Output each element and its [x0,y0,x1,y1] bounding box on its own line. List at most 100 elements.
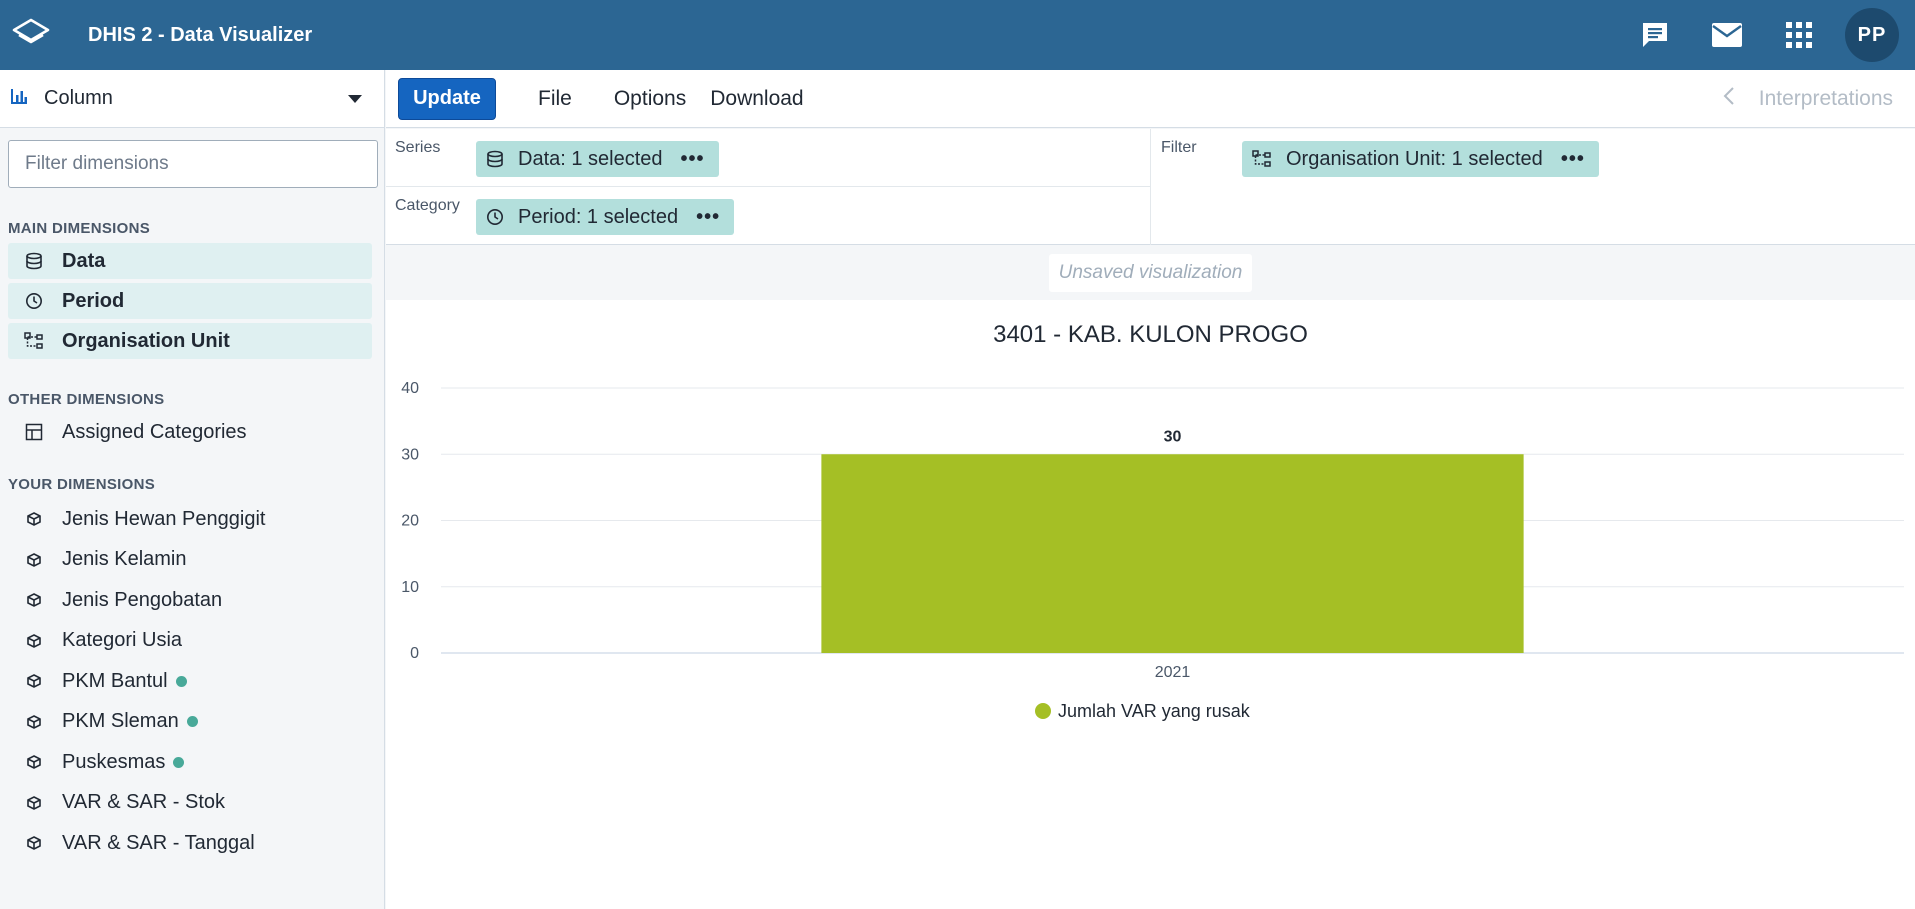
cube-icon [22,512,46,527]
cube-icon [22,836,46,851]
y-tick-label: 10 [401,579,419,596]
column-chart: 3401 - KAB. KULON PROGO 0 10 20 30 40 30 2021 Ju… [401,321,1904,721]
table-grid-icon [22,423,46,441]
dimension-assigned-categories[interactable]: Assigned Categories [8,414,372,450]
cube-icon [22,714,46,729]
filter-label: Filter [1161,139,1197,156]
visualization-title-bar: Unsaved visualization [386,246,1915,300]
status-dot [175,675,187,687]
data-label: 30 [1164,428,1182,445]
your-dimensions-title: YOUR DIMENSIONS [8,476,156,493]
y-tick-label: 40 [401,380,419,397]
y-tick-label: 20 [401,513,419,530]
dimension-label: VAR & SAR - Tanggal [62,831,255,854]
dimension-item[interactable]: Puskesmas [8,742,372,783]
legend-label: Jumlah VAR yang rusak [1058,701,1251,721]
visualization-type-selector[interactable]: Column [0,70,384,128]
dimension-label: Puskesmas [62,750,166,773]
chip-label: Period: 1 selected [518,205,679,228]
interpretations-label: Interpretations [1758,86,1893,110]
organisation-unit-chip[interactable]: Organisation Unit: 1 selected ••• [1242,141,1599,177]
apps-icon[interactable] [1763,0,1835,70]
cube-icon [22,795,46,810]
status-dot [173,756,185,768]
y-tick-label: 30 [401,446,419,463]
dimension-item[interactable]: VAR & SAR - Tanggal [8,823,372,864]
more-options-icon[interactable]: ••• [696,206,720,229]
user-avatar[interactable]: PP [1845,8,1899,62]
clock-icon [22,292,46,310]
category-axis[interactable]: Category Period: 1 selected ••• [386,187,1151,245]
dimension-label: PKM Sleman [62,710,179,733]
series-axis[interactable]: Series Data: 1 selected ••• [386,129,1151,187]
dimension-item[interactable]: PKM Sleman [8,702,372,743]
database-icon [22,252,46,270]
y-tick-label: 0 [410,645,419,662]
visualization-type-label: Column [44,87,113,109]
cube-icon [22,593,46,608]
visualization-canvas: Unsaved visualization 3401 - KAB. KULON … [386,246,1915,909]
mail-icon[interactable] [1691,0,1763,70]
app-header: DHIS 2 - Data Visualizer PP [0,0,1915,70]
status-dot [186,716,198,728]
database-icon [486,150,504,168]
dimension-label: Period [62,289,125,312]
chip-label: Organisation Unit: 1 selected [1286,147,1543,170]
bar [821,454,1524,653]
dimension-label: Data [62,249,106,272]
download-menu[interactable]: Download [698,87,815,111]
dimension-item[interactable]: Jenis Pengobatan [8,580,372,621]
update-button[interactable]: Update [398,77,496,120]
x-tick-label: 2021 [1155,664,1191,681]
cube-icon [22,552,46,567]
options-menu[interactable]: Options [602,87,698,111]
dimension-label: Kategori Usia [62,629,183,652]
dimension-organisation-unit[interactable]: Organisation Unit [8,323,372,359]
series-label: Series [395,139,441,156]
dimension-item[interactable]: Jenis Kelamin [8,540,372,581]
period-chip[interactable]: Period: 1 selected ••• [476,199,735,235]
more-options-icon[interactable]: ••• [1561,148,1585,171]
file-menu[interactable]: File [526,87,584,111]
dimensions-panel: Column MAIN DIMENSIONS Data Period Organ… [0,70,385,909]
legend-marker [1035,703,1051,719]
data-chip[interactable]: Data: 1 selected ••• [476,141,719,177]
dimension-label: VAR & SAR - Stok [62,791,226,814]
dimension-item[interactable]: Kategori Usia [8,621,372,662]
interpretations-toggle[interactable]: Interpretations [1723,86,1893,112]
main-dimensions-title: MAIN DIMENSIONS [8,220,151,237]
org-unit-tree-icon [22,332,46,350]
dimension-label: Assigned Categories [62,420,247,443]
chip-label: Data: 1 selected [518,147,663,170]
dimension-label: Organisation Unit [62,329,230,352]
column-chart-icon [10,87,28,111]
dimension-period[interactable]: Period [8,283,372,319]
dimension-label: Jenis Pengobatan [62,588,223,611]
chevron-left-icon [1723,86,1735,112]
filter-axis[interactable]: Filter Organisation Unit: 1 selected ••• [1152,129,1915,245]
clock-icon [486,208,504,226]
dimension-label: PKM Bantul [62,669,168,692]
category-label: Category [395,197,460,214]
menubar: Update File Options Download Interpretat… [386,70,1915,128]
dimension-item[interactable]: Jenis Hewan Penggigit [8,499,372,540]
dimension-label: Jenis Kelamin [62,548,187,571]
your-dimensions-list: Jenis Hewan Penggigit Jenis Kelamin Jenis … [0,499,384,864]
layout-area: Series Data: 1 selected ••• Category Per… [386,129,1915,245]
filter-dimensions-input[interactable] [8,140,378,188]
dimension-data[interactable]: Data [8,243,372,279]
cube-icon [22,633,46,648]
chevron-down-icon [348,94,362,103]
cube-icon [22,755,46,770]
dhis2-logo-icon[interactable] [0,0,62,70]
more-options-icon[interactable]: ••• [681,148,705,171]
interpretations-icon[interactable] [1619,0,1691,70]
dimension-item[interactable]: VAR & SAR - Stok [8,783,372,824]
app-title: DHIS 2 - Data Visualizer [88,23,313,46]
chart-title: 3401 - KAB. KULON PROGO [993,321,1308,348]
cube-icon [22,674,46,689]
dimension-item[interactable]: PKM Bantul [8,661,372,702]
dimension-label: Jenis Hewan Penggigit [62,507,266,530]
other-dimensions-title: OTHER DIMENSIONS [8,391,165,408]
org-unit-tree-icon [1252,150,1272,168]
